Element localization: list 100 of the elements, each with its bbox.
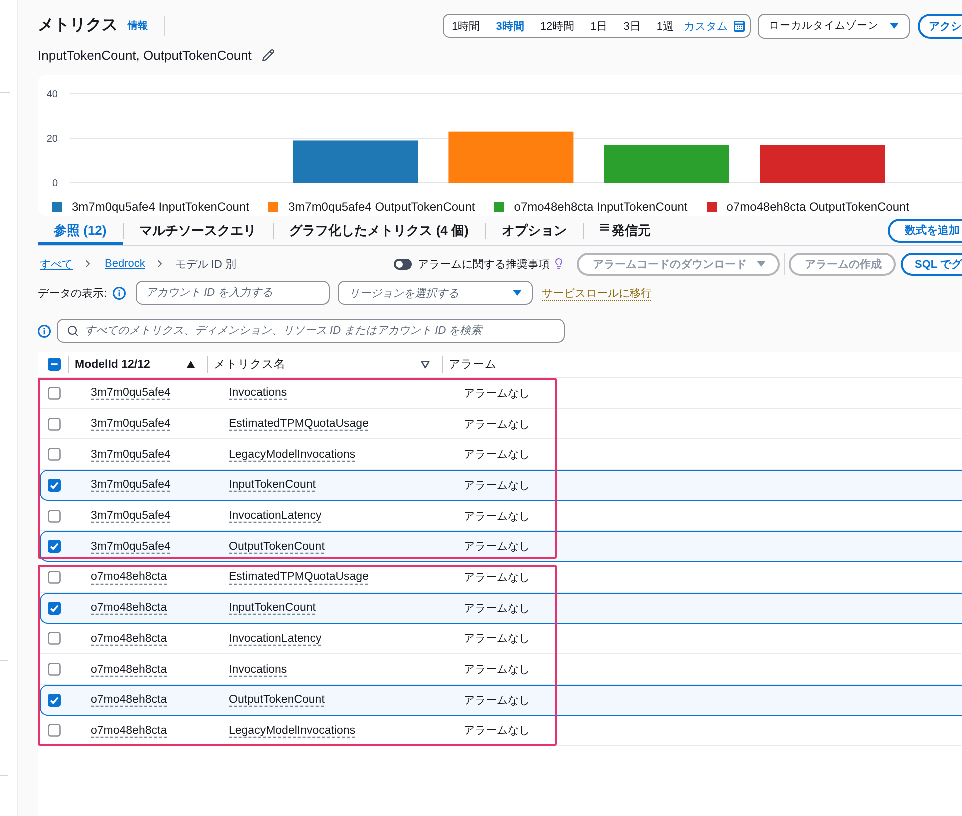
calendar-icon (734, 20, 745, 32)
row-checkbox[interactable] (48, 510, 61, 523)
metric-name-cell: InvocationLatency (229, 510, 322, 522)
table-row[interactable]: o7mo48eh8cta LegacyModelInvocations アラームなし (40, 716, 962, 746)
row-checkbox[interactable] (48, 418, 61, 431)
search-icon (67, 325, 79, 337)
timezone-select[interactable]: ローカルタイムゾーン (758, 14, 910, 38)
time-range-option[interactable]: 3時間 (488, 15, 532, 37)
toggle-switch[interactable] (394, 258, 412, 270)
model-id-cell: 3m7m0qu5afe4 (91, 510, 171, 522)
pencil-icon[interactable] (262, 48, 275, 62)
region-select[interactable]: リージョンを選択する (338, 281, 534, 305)
alarm-cell-text: アラームなし (464, 418, 530, 432)
table-row[interactable]: 3m7m0qu5afe4 InputTokenCount アラームなし (40, 470, 962, 501)
tab[interactable]: オプション (486, 216, 583, 245)
info-icon[interactable] (113, 286, 126, 300)
table-row[interactable]: 3m7m0qu5afe4 EstimatedTPMQuotaUsage アラームなし (40, 408, 962, 440)
custom-range-button[interactable]: カスタム (682, 15, 745, 37)
column-header[interactable]: アラーム (442, 356, 962, 373)
select-all-checkbox[interactable] (48, 358, 61, 371)
toggle-label: アラームに関する推奨事項 (418, 258, 550, 272)
metric-name-cell: InputTokenCount (229, 479, 316, 492)
model-id-cell: o7mo48eh8cta (91, 571, 168, 584)
filter-label: データの表示: (38, 286, 108, 300)
row-checkbox[interactable] (48, 602, 61, 615)
metric-name-cell: InputTokenCount (229, 602, 316, 614)
row-checkbox[interactable] (48, 448, 61, 462)
metric-name-cell: Invocations (229, 387, 288, 400)
tab[interactable]: 発信元 (584, 216, 667, 245)
caret-icon (513, 290, 522, 296)
legend-label: 3m7m0qu5afe4 InputTokenCount (72, 200, 250, 214)
row-checkbox[interactable] (48, 694, 61, 707)
metric-name-cell: LegacyModelInvocations (229, 724, 356, 737)
service-role-link[interactable]: サービスロールに移行 (542, 286, 652, 300)
legend-label: o7mo48eh8cta OutputTokenCount (726, 200, 910, 214)
metric-name-cell: EstimatedTPMQuotaUsage (229, 571, 369, 584)
model-id-cell: o7mo48eh8cta (91, 602, 168, 614)
axis-tick-label: 20 (46, 134, 58, 145)
model-id-cell: o7mo48eh8cta (91, 632, 168, 645)
breadcrumb-link[interactable]: Bedrock (105, 258, 146, 270)
tab[interactable]: グラフ化したメトリクス (4 個) (274, 216, 485, 245)
time-range-option[interactable]: 1日 (582, 15, 616, 37)
metric-name-cell: LegacyModelInvocations (229, 448, 356, 461)
alarm-cell-text: アラームなし (464, 448, 530, 462)
model-id-cell: 3m7m0qu5afe4 (91, 479, 171, 492)
metric-name-cell: OutputTokenCount (229, 694, 325, 706)
breadcrumb-current: モデル ID 別 (175, 258, 236, 272)
time-range-option[interactable]: 12時間 (532, 15, 583, 37)
row-checkbox[interactable] (48, 570, 61, 584)
lines-icon (600, 224, 609, 231)
row-checkbox[interactable] (48, 478, 61, 492)
metric-name-cell: OutputTokenCount (229, 540, 325, 553)
model-id-cell: o7mo48eh8cta (91, 694, 168, 706)
page-title: メトリクス (38, 18, 118, 34)
caret-icon (890, 23, 899, 29)
alarm-cell-text: アラームなし (464, 570, 530, 585)
model-id-cell: 3m7m0qu5afe4 (91, 418, 171, 430)
model-id-cell: 3m7m0qu5afe4 (91, 448, 171, 461)
model-id-cell: o7mo48eh8cta (91, 724, 168, 737)
axis-tick-label: 0 (52, 178, 58, 190)
table-row[interactable]: 3m7m0qu5afe4 Invocations アラームなし (40, 378, 962, 409)
legend-label: o7mo48eh8cta InputTokenCount (514, 200, 688, 214)
info-icon[interactable] (38, 324, 51, 338)
row-checkbox[interactable] (48, 386, 61, 400)
time-range-option[interactable]: 3日 (616, 15, 649, 37)
alarm-cell-text: アラームなし (464, 510, 530, 524)
model-id-cell: o7mo48eh8cta (91, 664, 168, 676)
tab[interactable]: マルチソースクエリ (124, 216, 273, 245)
alarm-cell-text: アラームなし (464, 724, 530, 738)
tab[interactable]: 参照 (12) (38, 216, 123, 245)
alarm-cell-text: アラームなし (464, 602, 530, 616)
alarm-cell-text: アラームなし (464, 632, 530, 646)
graph-title: InputTokenCount, OutputTokenCount (38, 48, 252, 62)
alarm-cell-text: アラームなし (464, 478, 530, 493)
model-id-cell: 3m7m0qu5afe4 (91, 387, 171, 400)
column-header[interactable]: メトリクス名 (207, 356, 442, 373)
legend-label: 3m7m0qu5afe4 OutputTokenCount (288, 200, 476, 214)
row-checkbox[interactable] (48, 663, 61, 676)
metric-name-cell: EstimatedTPMQuotaUsage (229, 418, 369, 430)
row-checkbox[interactable] (48, 632, 61, 646)
actions-button[interactable]: アクシ (918, 14, 962, 38)
table-row[interactable]: o7mo48eh8cta OutputTokenCount アラームなし (40, 684, 962, 716)
metric-name-cell: Invocations (229, 664, 288, 676)
account-id-field[interactable]: アカウント ID を入力する (136, 281, 330, 305)
caret-icon (757, 261, 766, 267)
column-header[interactable]: ModelId 12/12 (68, 356, 207, 373)
add-math-button[interactable]: 数式を追加 (888, 218, 962, 242)
table-row[interactable]: o7mo48eh8cta InputTokenCount アラームなし (40, 592, 962, 624)
model-id-cell: 3m7m0qu5afe4 (91, 540, 171, 553)
row-checkbox[interactable] (48, 724, 61, 738)
time-range-option[interactable]: 1時間 (444, 15, 488, 37)
breadcrumb-link[interactable]: すべて (40, 256, 73, 272)
row-checkbox[interactable] (48, 540, 61, 554)
alarm-cell-text: アラームなし (464, 386, 530, 401)
table-row[interactable]: o7mo48eh8cta InvocationLatency アラームなし (40, 624, 962, 654)
table-row[interactable]: 3m7m0qu5afe4 OutputTokenCount アラームなし (40, 531, 962, 562)
search-field[interactable]: すべてのメトリクス、ディメンション、リソース ID またはアカウント ID を検索 (57, 319, 565, 343)
time-range-option[interactable]: 1週 (648, 15, 682, 37)
info-link[interactable]: 情報 (128, 19, 148, 33)
metric-name-cell: InvocationLatency (229, 632, 322, 645)
